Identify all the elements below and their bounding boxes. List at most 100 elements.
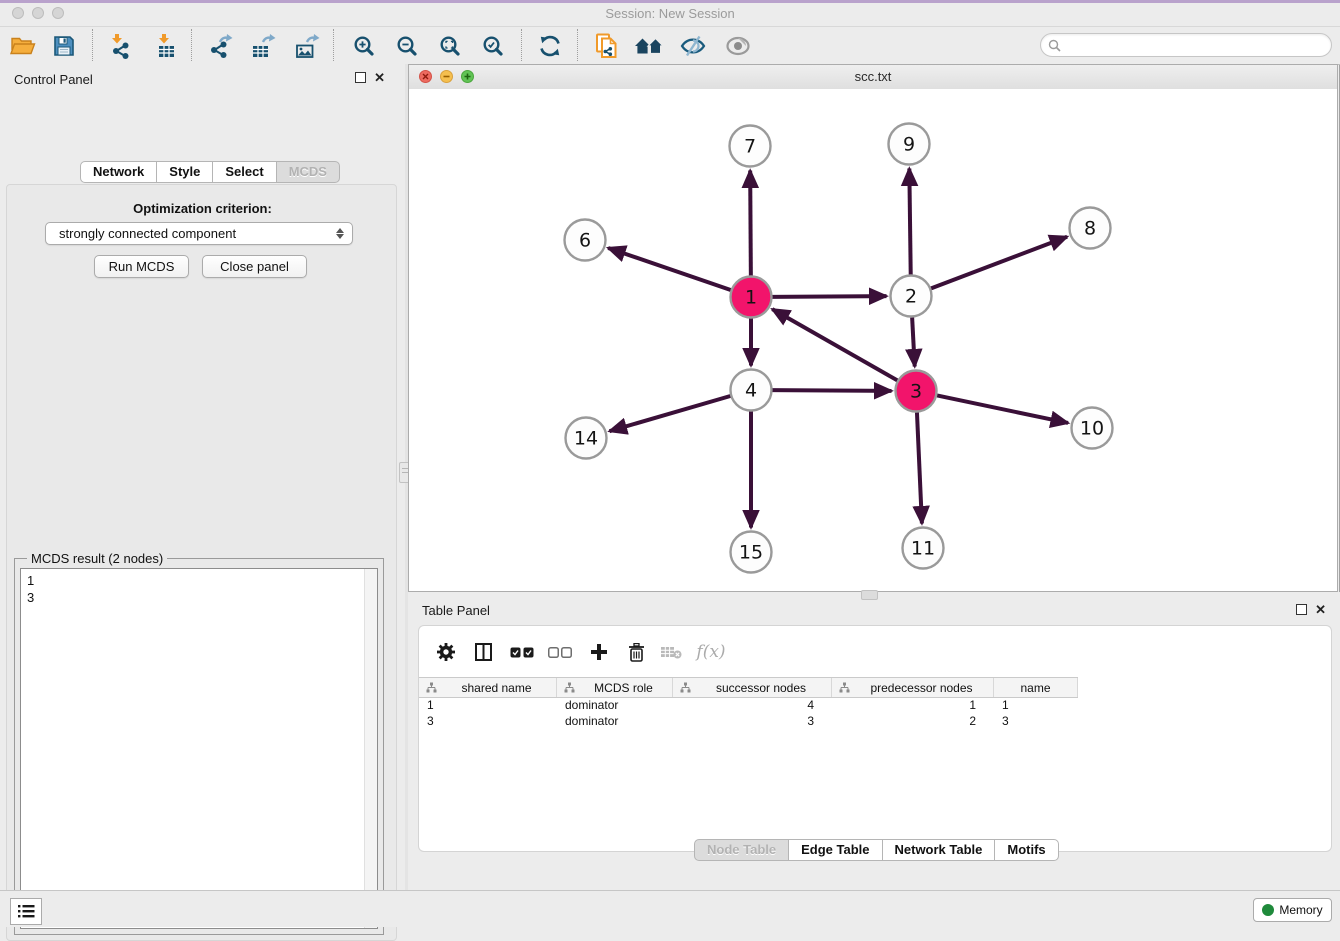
table-cell: 3	[419, 714, 557, 728]
zoom-out-icon[interactable]	[391, 31, 423, 61]
column-label: shared name	[437, 681, 556, 695]
network-window-titlebar[interactable]: scc.txt	[409, 65, 1337, 90]
edge-1-7[interactable]	[750, 170, 751, 275]
show-columns-icon[interactable]	[468, 639, 498, 665]
column-type-icon	[426, 682, 437, 694]
search-input[interactable]	[1065, 35, 1331, 55]
node-label-11: 11	[911, 538, 935, 560]
search-icon	[1048, 39, 1061, 52]
edge-3-1[interactable]	[772, 309, 897, 380]
mcds-result-line: 1	[27, 572, 34, 589]
node-table-card: f(x) shared nameMCDS rolesuccessor nodes…	[418, 625, 1332, 852]
function-builder-icon-disabled: f(x)	[693, 639, 729, 665]
run-mcds-button[interactable]: Run MCDS	[94, 255, 189, 278]
import-network-icon[interactable]	[104, 31, 136, 61]
close-panel-button[interactable]: Close panel	[202, 255, 307, 278]
table-cell: 1	[994, 698, 1078, 712]
zoom-in-icon[interactable]	[348, 31, 380, 61]
column-header-predecessor-nodes[interactable]: predecessor nodes	[832, 678, 994, 697]
mcds-result-area[interactable]: 13	[20, 568, 378, 929]
mcds-result-group: MCDS result (2 nodes) 13	[14, 558, 384, 935]
window-top-strip	[0, 0, 1340, 3]
column-header-name[interactable]: name	[994, 678, 1078, 697]
table-body: 1dominator4113dominator323	[419, 697, 1078, 729]
edge-3-10[interactable]	[937, 395, 1068, 423]
table-row[interactable]: 3dominator323	[419, 713, 1078, 729]
clone-network-icon[interactable]	[591, 31, 623, 61]
search-field[interactable]	[1040, 33, 1332, 57]
toolbar-separator	[521, 29, 522, 61]
edge-2-9[interactable]	[909, 168, 910, 274]
tab-motifs[interactable]: Motifs	[994, 839, 1058, 861]
close-panel-icon[interactable]: ✕	[374, 73, 385, 83]
network-view-window: scc.txt 1234678910111415	[408, 64, 1338, 592]
main-toolbar	[0, 27, 1340, 65]
toolbar-separator	[92, 29, 93, 61]
deselect-all-icon[interactable]	[545, 639, 575, 665]
tab-node-table[interactable]: Node Table	[694, 839, 789, 861]
column-header-mcds-role[interactable]: MCDS role	[557, 678, 673, 697]
export-image-icon[interactable]	[291, 31, 323, 61]
mcds-result-lines: 13	[27, 572, 34, 606]
criterion-select[interactable]: strongly connected component	[45, 222, 353, 245]
tab-edge-table[interactable]: Edge Table	[788, 839, 882, 861]
tab-mcds[interactable]: MCDS	[276, 161, 340, 183]
task-history-button[interactable]	[10, 898, 42, 925]
home-icon[interactable]	[633, 31, 665, 61]
memory-button[interactable]: Memory	[1253, 898, 1332, 922]
edge-1-2[interactable]	[772, 296, 886, 297]
table-cell: dominator	[557, 714, 673, 728]
column-header-successor-nodes[interactable]: successor nodes	[673, 678, 832, 697]
node-label-10: 10	[1080, 418, 1104, 440]
delete-column-trash-icon[interactable]	[621, 639, 651, 665]
node-label-2: 2	[905, 286, 917, 308]
open-file-icon[interactable]	[7, 31, 39, 61]
network-canvas[interactable]: 1234678910111415	[409, 89, 1337, 591]
horizontal-splitter-handle[interactable]	[861, 590, 878, 600]
application-window: Session: New Session	[0, 0, 1340, 926]
select-stepper-icon	[336, 228, 344, 239]
table-settings-gear-icon[interactable]	[431, 639, 461, 665]
hide-graphics-icon[interactable]	[677, 31, 709, 61]
task-list-icon	[17, 904, 35, 919]
network-graph[interactable]: 1234678910111415	[409, 89, 1337, 591]
node-label-15: 15	[739, 542, 763, 564]
show-graphics-details-icon[interactable]	[722, 31, 754, 61]
edge-4-14[interactable]	[610, 396, 731, 431]
column-header-shared-name[interactable]: shared name	[419, 678, 557, 697]
result-scrollbar[interactable]	[364, 569, 377, 928]
export-network-icon[interactable]	[204, 31, 236, 61]
edge-2-3[interactable]	[912, 317, 915, 366]
refresh-network-icon[interactable]	[534, 31, 566, 61]
mcds-result-title: MCDS result (2 nodes)	[27, 551, 167, 566]
add-column-icon[interactable]	[584, 639, 614, 665]
zoom-fit-icon[interactable]	[434, 31, 466, 61]
table-cell: 1	[419, 698, 557, 712]
edge-2-8[interactable]	[931, 237, 1067, 289]
tab-select[interactable]: Select	[212, 161, 276, 183]
table-row[interactable]: 1dominator411	[419, 697, 1078, 713]
export-table-icon[interactable]	[247, 31, 279, 61]
edge-4-3[interactable]	[772, 390, 891, 391]
save-session-icon[interactable]	[48, 31, 80, 61]
select-all-icon[interactable]	[507, 639, 537, 665]
edge-1-6[interactable]	[608, 248, 730, 290]
float-panel-icon[interactable]	[355, 72, 366, 83]
close-table-panel-icon[interactable]: ✕	[1315, 605, 1326, 615]
edge-3-11[interactable]	[917, 412, 922, 523]
tab-style[interactable]: Style	[156, 161, 213, 183]
table-cell: dominator	[557, 698, 673, 712]
tab-network[interactable]: Network	[80, 161, 157, 183]
zoom-selected-icon[interactable]	[477, 31, 509, 61]
table-tabs: Node TableEdge TableNetwork TableMotifs	[694, 839, 1059, 861]
import-table-icon[interactable]	[151, 31, 183, 61]
table-cell: 3	[673, 714, 832, 728]
node-label-1: 1	[745, 287, 757, 309]
table-panel-title: Table Panel	[422, 603, 490, 618]
node-label-4: 4	[745, 380, 757, 402]
float-table-panel-icon[interactable]	[1296, 604, 1307, 615]
node-label-3: 3	[910, 381, 922, 403]
criterion-value: strongly connected component	[46, 226, 336, 241]
tab-network-table[interactable]: Network Table	[882, 839, 996, 861]
column-type-icon	[564, 682, 575, 694]
